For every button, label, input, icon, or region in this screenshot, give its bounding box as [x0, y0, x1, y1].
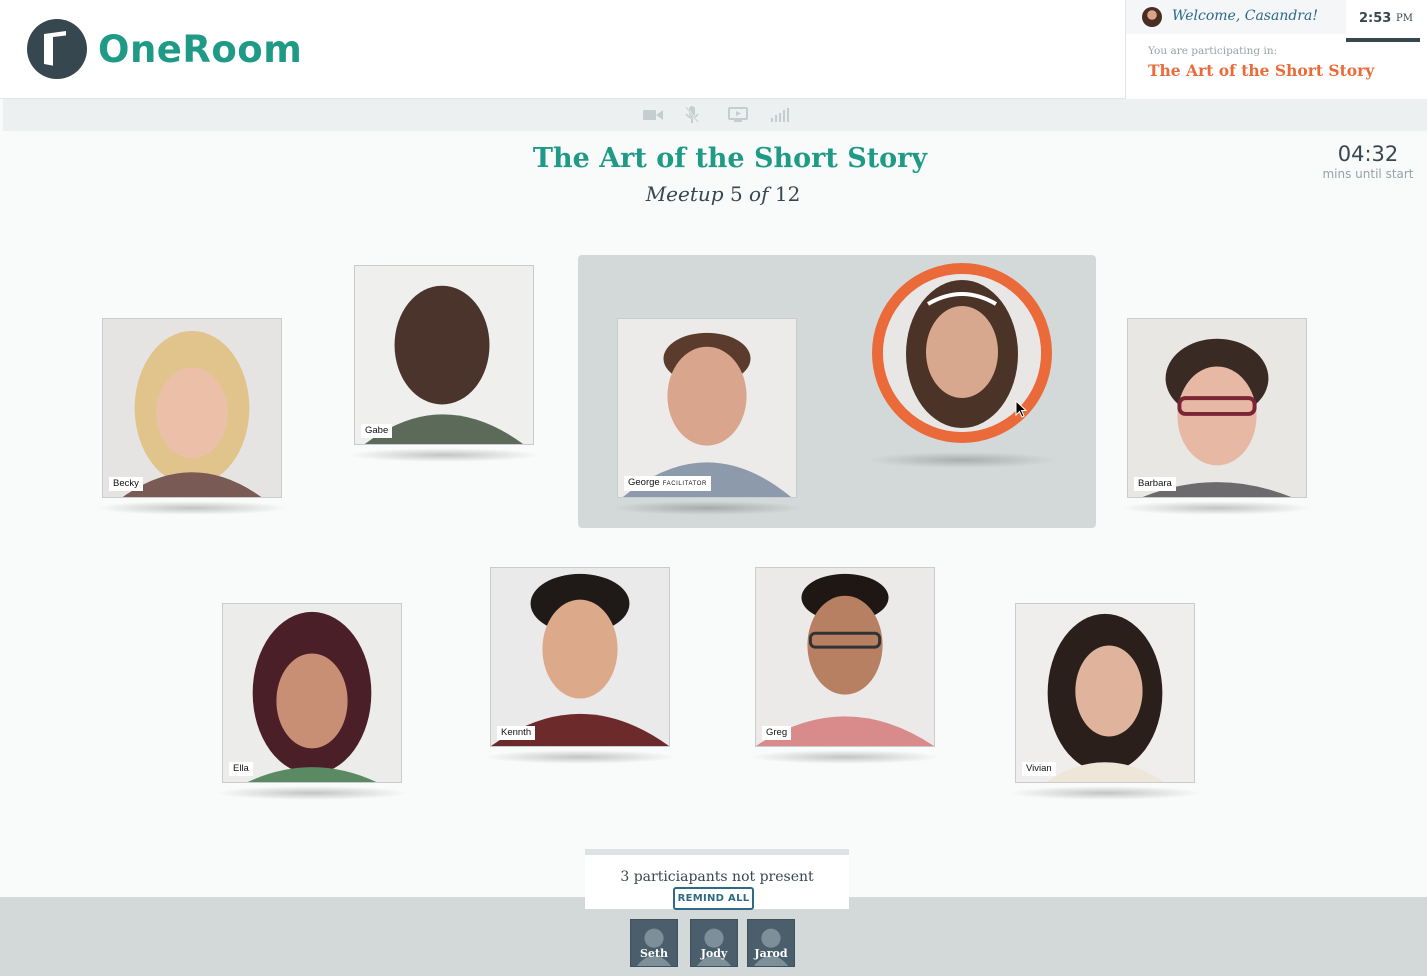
absent-participant-jarod[interactable]: Jarod [747, 919, 795, 967]
meetup-total: 12 [774, 182, 801, 206]
participant-name: George [628, 477, 660, 488]
participant-video [1016, 604, 1194, 782]
participant-tile-barbara[interactable]: Barbara [1120, 318, 1314, 515]
clock: 2:53 PM [1346, 0, 1420, 42]
countdown-time: 04:32 [1337, 142, 1399, 166]
participant-tile-ella[interactable]: Ella [215, 603, 409, 800]
name-tag: Gabe [361, 424, 393, 438]
meetup-word: Meetup [645, 182, 724, 206]
participant-video [1128, 319, 1306, 497]
participant-tile-vivian[interactable]: Vivian [1008, 603, 1202, 800]
participant-video [355, 266, 533, 444]
absent-name: Jody [700, 947, 728, 960]
app-header: OneRoom Welcome, Casandra! 2:53 PM You a… [0, 0, 1427, 99]
participant-tile-greg[interactable]: Greg [748, 567, 942, 764]
user-panel: Welcome, Casandra! 2:53 PM You are parti… [1125, 0, 1427, 99]
participant-tile-kennth[interactable]: Kennth [483, 567, 677, 764]
avatar[interactable] [1142, 7, 1162, 27]
name-tag: Ella [229, 762, 253, 776]
name-tag: George FACILITATOR [624, 476, 711, 491]
name-tag: Greg [762, 726, 792, 740]
countdown-label: mins until start [1322, 167, 1414, 181]
welcome-row[interactable]: Welcome, Casandra! [1126, 0, 1346, 34]
participant-video [756, 568, 934, 746]
countdown: 04:32 mins until start [1318, 142, 1418, 181]
welcome-text: Welcome, Casandra! [1172, 8, 1318, 24]
participating-label: You are participating in: [1148, 45, 1278, 57]
absent-participant-jody[interactable]: Jody [690, 919, 738, 967]
participant-video [491, 568, 669, 746]
video-icon[interactable] [642, 105, 664, 125]
speaker-shadow [866, 452, 1058, 468]
meetup-title: The Art of the Short Story [532, 143, 928, 174]
absent-name: Jarod [754, 947, 788, 960]
participant-tile-becky[interactable]: Becky [95, 318, 289, 515]
absent-count-text: 3 particiapants not present [620, 869, 814, 885]
oneroom-logo-icon [27, 19, 87, 79]
participant-video [618, 319, 796, 497]
participant-video [103, 319, 281, 497]
clock-ampm: PM [1396, 13, 1413, 24]
name-tag: Kennth [497, 726, 536, 740]
clock-time: 2:53 [1359, 11, 1392, 26]
microphone-icon[interactable] [681, 105, 703, 125]
screen-share-icon[interactable] [727, 105, 749, 125]
participating-title[interactable]: The Art of the Short Story [1148, 61, 1374, 80]
mouse-cursor-icon [1015, 400, 1027, 418]
participant-video [223, 604, 401, 782]
participant-tile-gabe[interactable]: Gabe [347, 265, 541, 462]
remind-all-button[interactable]: REMIND ALL [673, 887, 754, 910]
signal-icon[interactable] [769, 105, 791, 125]
absent-name: Seth [639, 947, 669, 960]
name-tag: Vivian [1022, 762, 1056, 776]
meetup-subtitle: Meetup 5 of 12 [0, 182, 1427, 206]
meetup-of: of [749, 182, 769, 206]
meetup-current: 5 [729, 182, 743, 206]
participant-tile-george[interactable]: George FACILITATOR [610, 318, 804, 515]
participant-role: FACILITATOR [662, 481, 707, 487]
media-toolbar [3, 99, 1427, 131]
name-tag: Barbara [1134, 477, 1176, 491]
logo[interactable]: OneRoom [26, 18, 302, 80]
name-tag: Becky [109, 477, 143, 491]
absent-participant-seth[interactable]: Seth [630, 919, 678, 967]
app-name: OneRoom [98, 27, 303, 71]
